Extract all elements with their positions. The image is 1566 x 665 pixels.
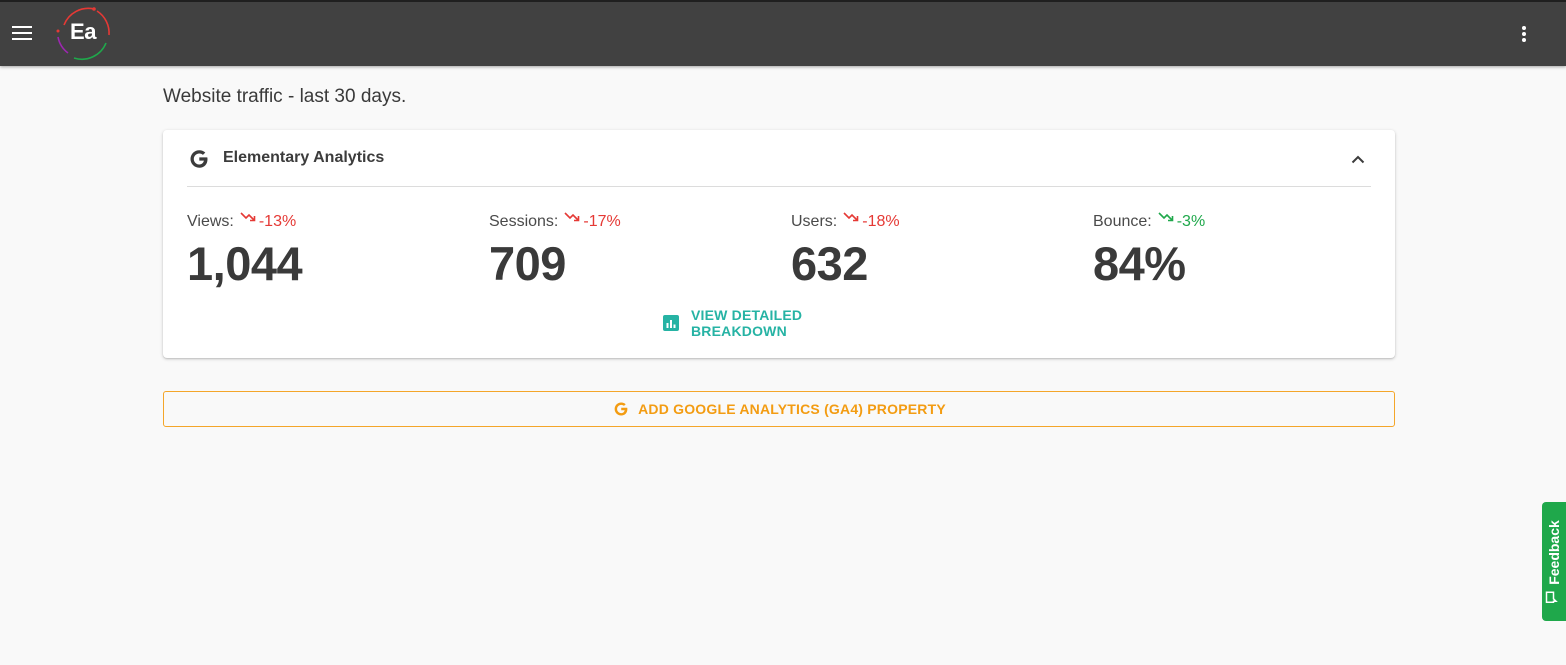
analytics-card: Elementary Analytics Views: -13% 1,044 S… (163, 130, 1395, 358)
add-property-label: ADD GOOGLE ANALYTICS (GA4) PROPERTY (638, 401, 946, 417)
metric-label: Users: (791, 213, 838, 230)
card-header[interactable]: Elementary Analytics (187, 130, 1371, 187)
metric-bounce: Bounce: -3% 84% (1093, 212, 1373, 291)
app-logo[interactable]: Ea (54, 5, 112, 63)
feedback-label: Feedback (1546, 520, 1562, 585)
metric-delta: -18% (862, 213, 900, 230)
metric-sessions: Sessions: -17% 709 (489, 212, 769, 291)
metric-label: Views: (187, 213, 234, 230)
metric-delta: -17% (583, 213, 621, 230)
view-detailed-breakdown-button[interactable]: VIEW DETAILED BREAKDOWN (663, 307, 895, 339)
hamburger-menu-icon[interactable] (8, 19, 36, 47)
trending-down-icon (240, 210, 256, 224)
trending-down-icon (564, 210, 580, 224)
metric-label: Sessions: (489, 213, 559, 230)
bar-chart-icon (663, 315, 679, 331)
card-title: Elementary Analytics (223, 149, 385, 166)
metric-delta: -13% (258, 213, 297, 230)
metric-delta: -3% (1176, 213, 1206, 230)
breakdown-label: VIEW DETAILED BREAKDOWN (691, 307, 803, 339)
metric-value: 709 (489, 237, 566, 290)
trending-down-icon (843, 210, 859, 224)
more-vertical-icon[interactable] (1510, 20, 1538, 48)
page-title: Website traffic - last 30 days. (163, 86, 407, 107)
feedback-icon (1545, 591, 1563, 604)
metric-users: Users: -18% 632 (791, 212, 1071, 291)
metric-value: 84% (1093, 237, 1186, 290)
metric-value: 632 (791, 237, 868, 290)
google-g-icon (612, 400, 630, 418)
add-ga4-property-button[interactable]: ADD GOOGLE ANALYTICS (GA4) PROPERTY (163, 391, 1395, 427)
top-app-bar: Ea (0, 0, 1566, 66)
logo-text: Ea (70, 19, 96, 44)
metric-views: Views: -13% 1,044 (187, 212, 467, 291)
google-g-icon (187, 147, 211, 171)
metric-value: 1,044 (187, 237, 303, 290)
trending-down-icon (1158, 210, 1174, 224)
chevron-up-icon[interactable] (1345, 146, 1371, 172)
feedback-tab[interactable]: Feedback (1542, 502, 1566, 621)
metric-label: Bounce: (1093, 213, 1152, 230)
